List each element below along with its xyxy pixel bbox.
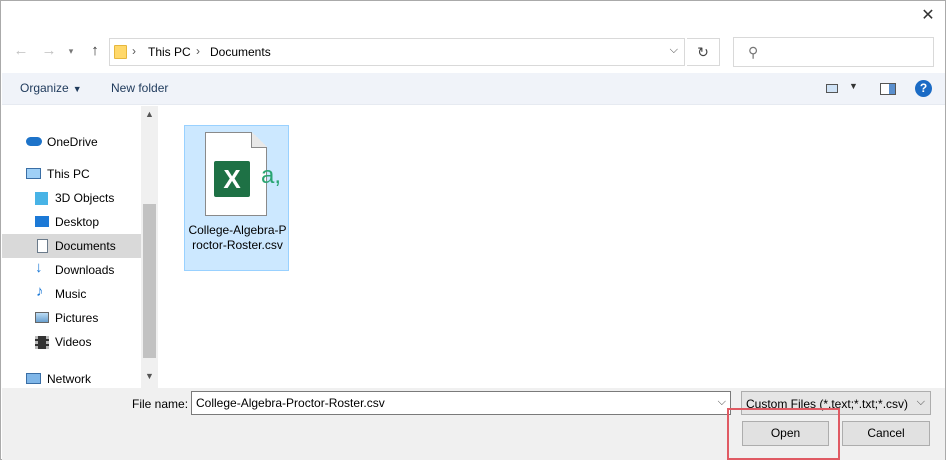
sidebar-item-label: 3D Objects	[55, 191, 115, 205]
sidebar-item-3d-objects[interactable]: 3D Objects	[2, 186, 141, 210]
sidebar-item-label: OneDrive	[47, 135, 98, 149]
file-open-dialog: ✕ ← → ▾ ↑ › This PC › Documents ⌵ ↻ ⚲ Or…	[0, 0, 946, 460]
chevron-down-icon[interactable]: ⌵	[670, 44, 678, 57]
scrollbar-thumb[interactable]	[143, 204, 156, 358]
recent-locations-chevron-icon[interactable]: ▾	[61, 41, 81, 61]
sidebar-item-documents[interactable]: Documents	[2, 234, 141, 258]
sidebar-item-desktop[interactable]: Desktop	[2, 210, 141, 234]
chevron-down-icon[interactable]: ▼	[849, 81, 858, 91]
forward-arrow-icon[interactable]: →	[39, 41, 59, 61]
sidebar-item-label: Pictures	[55, 311, 99, 325]
sidebar-item-downloads[interactable]: ↓ Downloads	[2, 258, 141, 282]
sidebar-item-pictures[interactable]: Pictures	[2, 306, 141, 330]
breadcrumb-documents[interactable]: Documents	[210, 45, 271, 59]
organize-button[interactable]: Organize ▼	[20, 81, 82, 95]
film-icon	[35, 336, 49, 349]
change-view-icon[interactable]	[826, 84, 838, 93]
sidebar-item-label: Music	[55, 287, 87, 301]
new-folder-button[interactable]: New folder	[111, 81, 168, 95]
document-icon	[37, 239, 48, 253]
breadcrumb-chevron-icon[interactable]: ›	[132, 44, 136, 58]
cube-icon	[35, 192, 48, 205]
desktop-icon	[35, 216, 49, 227]
sidebar-item-music[interactable]: ♪ Music	[2, 282, 141, 306]
close-icon[interactable]: ✕	[917, 5, 939, 27]
cancel-button[interactable]: Cancel	[842, 421, 930, 446]
up-arrow-icon[interactable]: ↑	[85, 41, 105, 61]
computer-icon	[26, 168, 41, 179]
file-name-label: File name:	[132, 397, 189, 411]
download-arrow-icon: ↓	[35, 259, 43, 276]
navigation-pane: OneDrive This PC 3D Objects Desktop Docu…	[2, 106, 141, 388]
command-toolbar: Organize ▼ New folder ▼ ?	[2, 73, 945, 105]
file-name-input[interactable]: College-Algebra-Proctor-Roster.csv ⌵	[191, 391, 731, 415]
scroll-up-icon[interactable]: ▲	[141, 106, 158, 123]
file-name-label: College-Algebra-Proctor-Roster.csv	[188, 223, 287, 252]
breadcrumb-chevron-icon[interactable]: ›	[196, 44, 200, 58]
address-bar[interactable]: › This PC › Documents ⌵	[109, 38, 685, 66]
chevron-down-icon: ▼	[72, 84, 82, 94]
sidebar-item-label: Desktop	[55, 215, 100, 229]
sidebar-item-label: Documents	[55, 239, 116, 253]
chevron-down-icon: ⌵	[916, 396, 925, 408]
back-arrow-icon[interactable]: ←	[11, 41, 31, 61]
music-note-icon: ♪	[36, 283, 44, 300]
sidebar-item-onedrive[interactable]: OneDrive	[2, 130, 141, 154]
sidebar-item-label: Videos	[55, 335, 92, 349]
onedrive-icon	[26, 137, 42, 146]
sidebar-item-label: This PC	[47, 167, 90, 181]
network-icon	[26, 373, 41, 384]
scroll-down-icon[interactable]: ▼	[141, 368, 158, 385]
organize-label: Organize	[20, 81, 69, 95]
sidebar-item-label: Downloads	[55, 263, 115, 277]
excel-csv-file-icon: X a,	[205, 132, 281, 216]
sidebar-scrollbar[interactable]: ▲ ▼	[141, 106, 158, 388]
folder-icon	[114, 45, 127, 59]
help-icon[interactable]: ?	[915, 80, 932, 97]
breadcrumb-this-pc[interactable]: This PC	[148, 45, 191, 59]
file-item-college-algebra-proctor-roster[interactable]: X a, College-Algebra-Proctor-Roster.csv	[184, 125, 289, 271]
file-name-value: College-Algebra-Proctor-Roster.csv	[196, 396, 385, 410]
search-icon: ⚲	[748, 44, 759, 60]
sidebar-item-videos[interactable]: Videos	[2, 330, 141, 354]
sidebar-item-this-pc[interactable]: This PC	[2, 162, 141, 186]
search-input[interactable]: ⚲	[733, 37, 934, 67]
open-button-highlight-box	[727, 408, 840, 460]
refresh-button[interactable]: ↻	[687, 38, 720, 66]
picture-icon	[35, 312, 49, 323]
preview-pane-icon[interactable]	[880, 83, 896, 95]
chevron-down-icon[interactable]: ⌵	[718, 396, 726, 409]
